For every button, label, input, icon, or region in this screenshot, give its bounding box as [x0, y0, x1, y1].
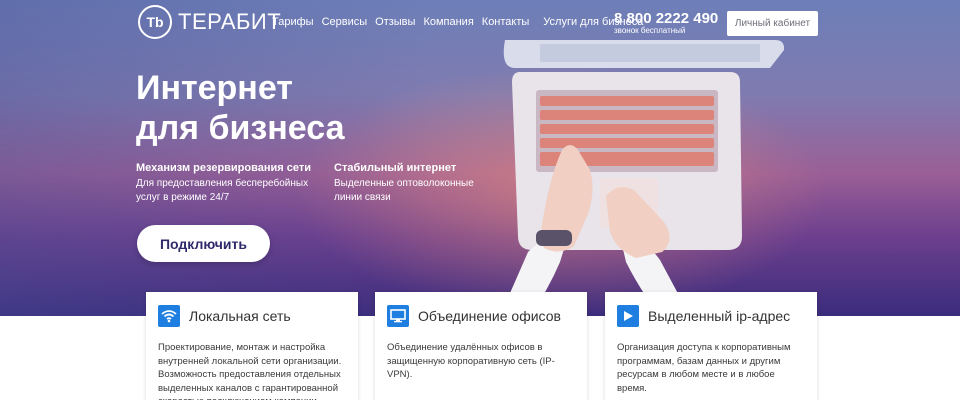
logo-mark-icon: Tb	[138, 5, 172, 39]
feature-desc: Для предоставления бесперебойных услуг в…	[136, 178, 309, 203]
wifi-icon	[158, 305, 180, 327]
card-title: Локальная сеть	[189, 308, 291, 324]
feature-title: Стабильный интернет	[334, 162, 457, 174]
service-card-ip[interactable]: Выделенный ip-адрес Организация доступа …	[605, 292, 817, 400]
feature-redundancy: Механизм резервирования сети Для предост…	[136, 162, 316, 205]
hero-title-line1: Интернет	[136, 69, 293, 107]
main-nav: Тарифы Сервисы Отзывы Компания Контакты …	[272, 16, 651, 28]
card-text: Объединение удалённых офисов в защищенну…	[387, 342, 555, 380]
phone-block: 8 800 2222 490 звонок бесплатный	[614, 10, 718, 35]
phone-note: звонок бесплатный	[614, 26, 686, 35]
nav-item-company[interactable]: Компания	[423, 16, 473, 28]
hero-title: Интернет для бизнеса	[136, 68, 345, 148]
card-title: Объединение офисов	[418, 308, 561, 324]
card-text: Проектирование, монтаж и настройка внутр…	[158, 342, 342, 400]
hero-section: Tb ТЕРАБИТ Тарифы Сервисы Отзывы Компани…	[0, 0, 960, 316]
connect-button[interactable]: Подключить	[137, 225, 270, 262]
brand-logo[interactable]: Tb ТЕРАБИТ	[138, 5, 281, 39]
feature-desc: Выделенные оптоволоконные линии связи	[334, 178, 474, 203]
service-card-offices[interactable]: Объединение офисов Объединение удалённых…	[375, 292, 587, 400]
nav-item-reviews[interactable]: Отзывы	[375, 16, 415, 28]
feature-title: Механизм резервирования сети	[136, 162, 311, 174]
laptop-photo	[500, 40, 785, 316]
service-card-local-network[interactable]: Локальная сеть Проектирование, монтаж и …	[146, 292, 358, 400]
card-text: Организация доступа к корпоративным прог…	[617, 342, 791, 394]
monitor-icon	[387, 305, 409, 327]
nav-item-tariffs[interactable]: Тарифы	[272, 16, 314, 28]
nav-item-contacts[interactable]: Контакты	[482, 16, 530, 28]
brand-name: ТЕРАБИТ	[178, 9, 282, 34]
account-button[interactable]: Личный кабинет	[727, 11, 818, 36]
card-title: Выделенный ip-адрес	[648, 308, 791, 324]
feature-stable-internet: Стабильный интернет Выделенные оптоволок…	[334, 162, 494, 205]
nav-item-services[interactable]: Сервисы	[322, 16, 368, 28]
play-icon	[617, 305, 639, 327]
phone-number[interactable]: 8 800 2222 490	[614, 10, 718, 27]
hero-title-line2: для бизнеса	[136, 109, 345, 147]
